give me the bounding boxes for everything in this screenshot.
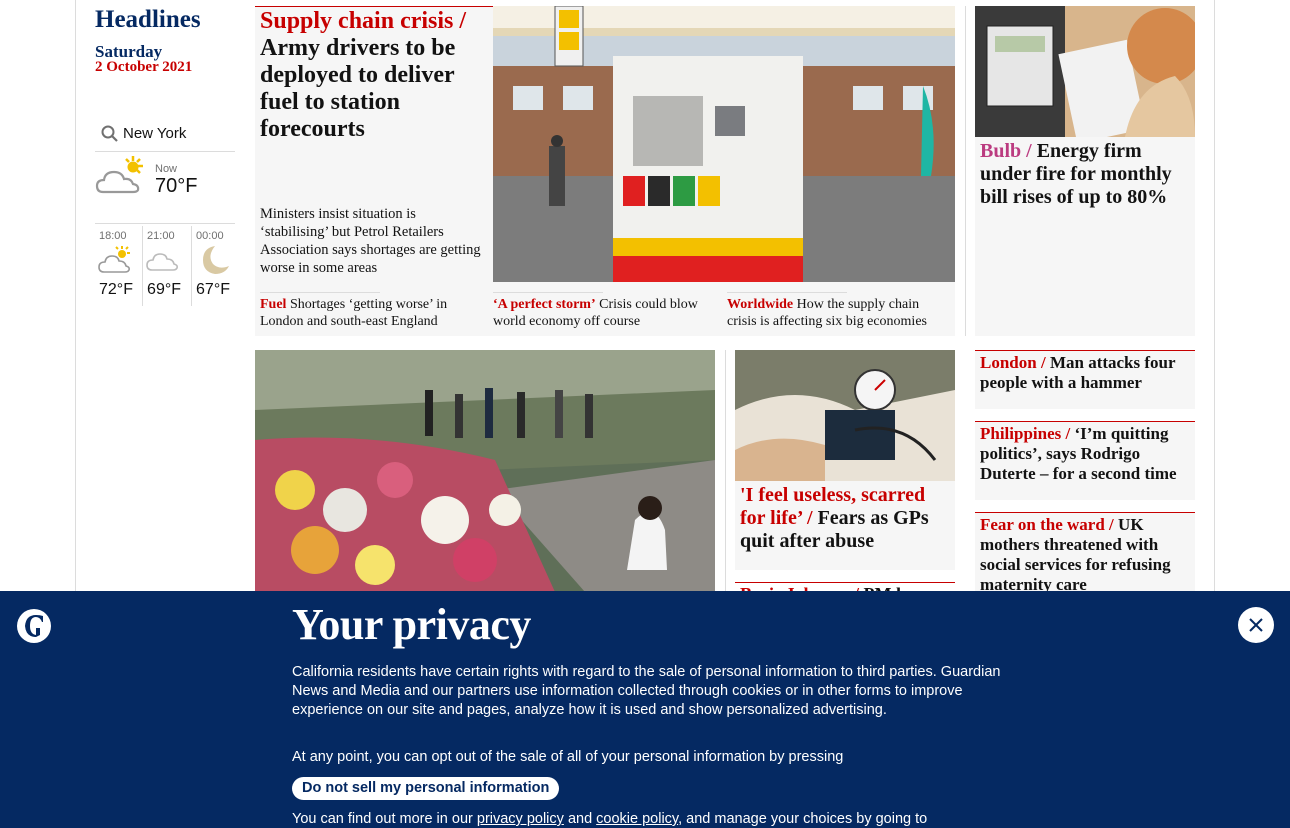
date-full: 2 October 2021 xyxy=(95,59,193,75)
privacy-more-text: You can find out more in our privacy pol… xyxy=(292,810,992,828)
weather-location-search[interactable] xyxy=(95,116,235,152)
weather-forecast: 18:00 72°F 21:00 69°F 00:00 67°F xyxy=(95,226,240,306)
more-text-c: , and manage your choices by going to xyxy=(678,811,928,827)
fuel-station-illustration xyxy=(493,6,955,282)
gp-headline[interactable]: 'I feel useless, scarred for life’ / Fea… xyxy=(740,484,952,553)
forecast-temperature: 67°F xyxy=(196,281,230,298)
cookie-policy-link[interactable]: cookie policy xyxy=(596,811,678,827)
fuel-station-photo[interactable] xyxy=(493,6,955,282)
london-headline[interactable]: London / Man attacks four people with a … xyxy=(980,353,1192,393)
sublink-kicker: Fuel xyxy=(260,297,287,312)
energy-meter-photo[interactable] xyxy=(975,6,1195,137)
gp-photo[interactable] xyxy=(735,350,955,481)
section-title: Headlines xyxy=(95,6,201,33)
weather-now: Now 70°F xyxy=(95,154,235,224)
privacy-text: California residents have certain rights… xyxy=(292,664,1001,718)
privacy-opt-out-text: At any point, you can opt out of the sal… xyxy=(292,749,844,765)
privacy-title: Your privacy xyxy=(292,600,531,649)
sublink-perfect-storm[interactable]: ‘A perfect storm’ Crisis could blow worl… xyxy=(493,296,715,330)
forecast-time: 00:00 xyxy=(196,230,224,242)
do-not-sell-button[interactable]: Do not sell my personal information xyxy=(292,777,560,800)
close-icon xyxy=(1249,618,1263,632)
blood-pressure-illustration xyxy=(735,350,955,481)
moon-icon xyxy=(203,246,230,274)
partly-cloudy-sun-icon xyxy=(98,246,130,273)
now-temperature: 70°F xyxy=(155,175,198,197)
vigil-illustration xyxy=(255,350,715,592)
bulb-kicker: Bulb / xyxy=(980,140,1032,162)
vigil-photo[interactable] xyxy=(255,350,715,592)
privacy-policy-link[interactable]: privacy policy xyxy=(477,811,564,827)
guardian-logo-icon[interactable] xyxy=(16,608,52,644)
maternity-headline[interactable]: Fear on the ward / UK mothers threatened… xyxy=(980,515,1192,595)
forecast-item: 18:00 72°F xyxy=(95,226,142,306)
lead-headline[interactable]: Supply chain crisis / Army drivers to be… xyxy=(260,8,484,143)
partly-cloudy-sun-icon xyxy=(95,156,143,194)
sublink-rule xyxy=(727,292,847,293)
card-kicker: Fear on the ward / xyxy=(980,515,1114,534)
cloud-icon xyxy=(146,253,179,271)
card-kicker: London / xyxy=(980,353,1046,372)
philippines-card[interactable]: Philippines / ‘I’m quitting politics’, s… xyxy=(975,422,1195,500)
column-divider xyxy=(965,6,966,336)
sublink-rule xyxy=(260,292,380,293)
more-text-a: You can find out more in our xyxy=(292,811,473,827)
energy-meter-illustration xyxy=(975,6,1195,137)
privacy-banner: Your privacy California residents have c… xyxy=(0,591,1290,828)
maternity-card[interactable]: Fear on the ward / UK mothers threatened… xyxy=(975,513,1195,595)
sublink-kicker: ‘A perfect storm’ xyxy=(493,297,596,312)
forecast-item: 21:00 69°F xyxy=(142,226,191,306)
lead-kicker: Supply chain crisis / xyxy=(260,8,467,34)
forecast-time: 18:00 xyxy=(99,230,127,242)
bj-top-rule xyxy=(735,582,955,583)
forecast-temperature: 69°F xyxy=(147,281,182,298)
forecast-item: 00:00 67°F xyxy=(191,226,240,306)
close-button[interactable] xyxy=(1238,607,1274,643)
search-icon xyxy=(101,125,118,142)
sublink-worldwide[interactable]: Worldwide How the supply chain crisis is… xyxy=(727,296,952,330)
more-text-b: and xyxy=(567,811,593,827)
column-divider xyxy=(725,350,726,600)
lead-standfirst: Ministers insist situation is ‘stabilisi… xyxy=(260,206,481,276)
now-label: Now xyxy=(155,163,178,175)
lead-headline-text: Army drivers to be deployed to deliver f… xyxy=(260,35,456,142)
sublink-kicker: Worldwide xyxy=(727,297,794,312)
bulb-headline[interactable]: Bulb / Energy firm under fire for monthl… xyxy=(980,140,1190,209)
london-card[interactable]: London / Man attacks four people with a … xyxy=(975,351,1195,409)
forecast-temperature: 72°F xyxy=(99,281,133,298)
sublink-rule xyxy=(493,292,603,293)
sublink-headline: Shortages ‘getting worse’ in London and … xyxy=(260,297,448,329)
card-kicker: Philippines / xyxy=(980,424,1071,443)
location-input[interactable] xyxy=(123,125,228,142)
philippines-headline[interactable]: Philippines / ‘I’m quitting politics’, s… xyxy=(980,424,1192,484)
sublink-fuel[interactable]: Fuel Shortages ‘getting worse’ in London… xyxy=(260,296,482,330)
forecast-time: 21:00 xyxy=(147,230,175,242)
